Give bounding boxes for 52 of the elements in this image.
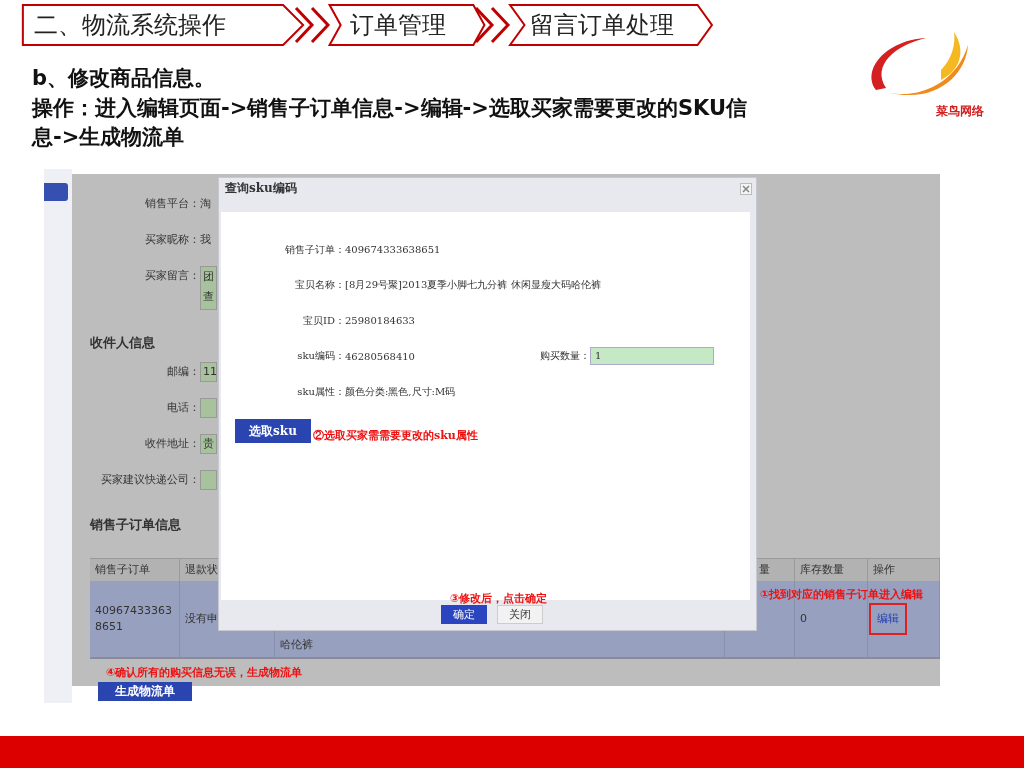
field-label: 宝贝ID： — [302, 313, 345, 328]
field-value: 颜色分类:黑色,尺寸:M码 — [345, 384, 456, 399]
instruction-text: 操作：进入编辑页面->销售子订单信息->编辑->选取买家需要更改的SKU信息->生成物流单 — [32, 95, 748, 152]
field-label: sku编码： — [296, 349, 345, 364]
field-label: 购买数量： — [540, 349, 590, 364]
table-cell: 409674333638651 — [90, 580, 180, 657]
annotation-text: ④确认所有的购买信息无误，生成物流单 — [106, 664, 304, 680]
field-value: 409674333638651 — [345, 244, 441, 256]
field-label: 电话： — [166, 399, 200, 416]
input-field[interactable]: 团 查 — [200, 265, 217, 310]
field-label: 买家留言： — [144, 267, 200, 284]
field-value: 46280568410 — [345, 350, 415, 362]
section-title: 收件人信息 — [90, 333, 156, 352]
field-label: 销售平台： — [144, 195, 200, 212]
select-sku-button[interactable]: 选取sku — [235, 419, 311, 444]
input-field[interactable]: 11 — [200, 361, 217, 382]
logo-text: 菜鸟网络 — [936, 103, 984, 120]
field-label: sku属性： — [296, 384, 345, 399]
field-label: 邮编： — [166, 363, 200, 380]
input-field[interactable] — [200, 397, 217, 418]
field-value: [8月29号聚]2013夏季小脚七九分裤 休闲显瘦大码哈伦裤 — [345, 278, 601, 293]
slide-heading: b、修改商品信息。 — [32, 65, 216, 92]
field-label: 买家昵称： — [144, 231, 200, 248]
breadcrumb-item: 订单管理 — [328, 4, 486, 46]
field-label: 买家建议快递公司： — [100, 471, 200, 488]
quantity-field[interactable]: 1 — [590, 347, 714, 366]
annotation-text: ①找到对应的销售子订单进入编辑 — [760, 586, 924, 602]
ok-button[interactable]: 确定 — [441, 605, 487, 625]
close-button[interactable]: 关闭 — [497, 605, 543, 625]
column-header: 操作 — [868, 558, 940, 581]
column-header: 销售子订单 — [90, 558, 180, 581]
dialog-title: 查询sku编码 — [225, 180, 297, 198]
section-title: 销售子订单信息 — [90, 515, 182, 534]
field-value: 我 — [200, 231, 211, 248]
breadcrumb-item: 留言订单处理 — [508, 4, 714, 46]
sidebar-item[interactable] — [44, 182, 68, 201]
input-field[interactable] — [200, 469, 217, 490]
input-field[interactable]: 贵 — [200, 433, 217, 454]
field-label: 宝贝名称： — [294, 278, 345, 293]
field-label: 收件地址： — [144, 435, 200, 452]
generate-button[interactable]: 生成物流单 — [98, 681, 192, 701]
annotation-text: ③修改后，点击确定 — [450, 590, 548, 606]
column-header: 库存数量 — [795, 558, 868, 581]
field-value: 查 — [203, 288, 215, 305]
annotation-text: ②选取买家需需要更改的sku属性 — [313, 428, 478, 444]
field-value: 25980184633 — [345, 315, 415, 327]
edit-link[interactable]: 编辑 — [869, 602, 907, 635]
field-value: 团 — [203, 268, 215, 285]
breadcrumb-item: 二、物流系统操作 — [20, 4, 306, 46]
field-value: 淘 — [200, 195, 211, 212]
field-label: 销售子订单： — [284, 242, 345, 257]
close-icon[interactable] — [740, 182, 752, 195]
